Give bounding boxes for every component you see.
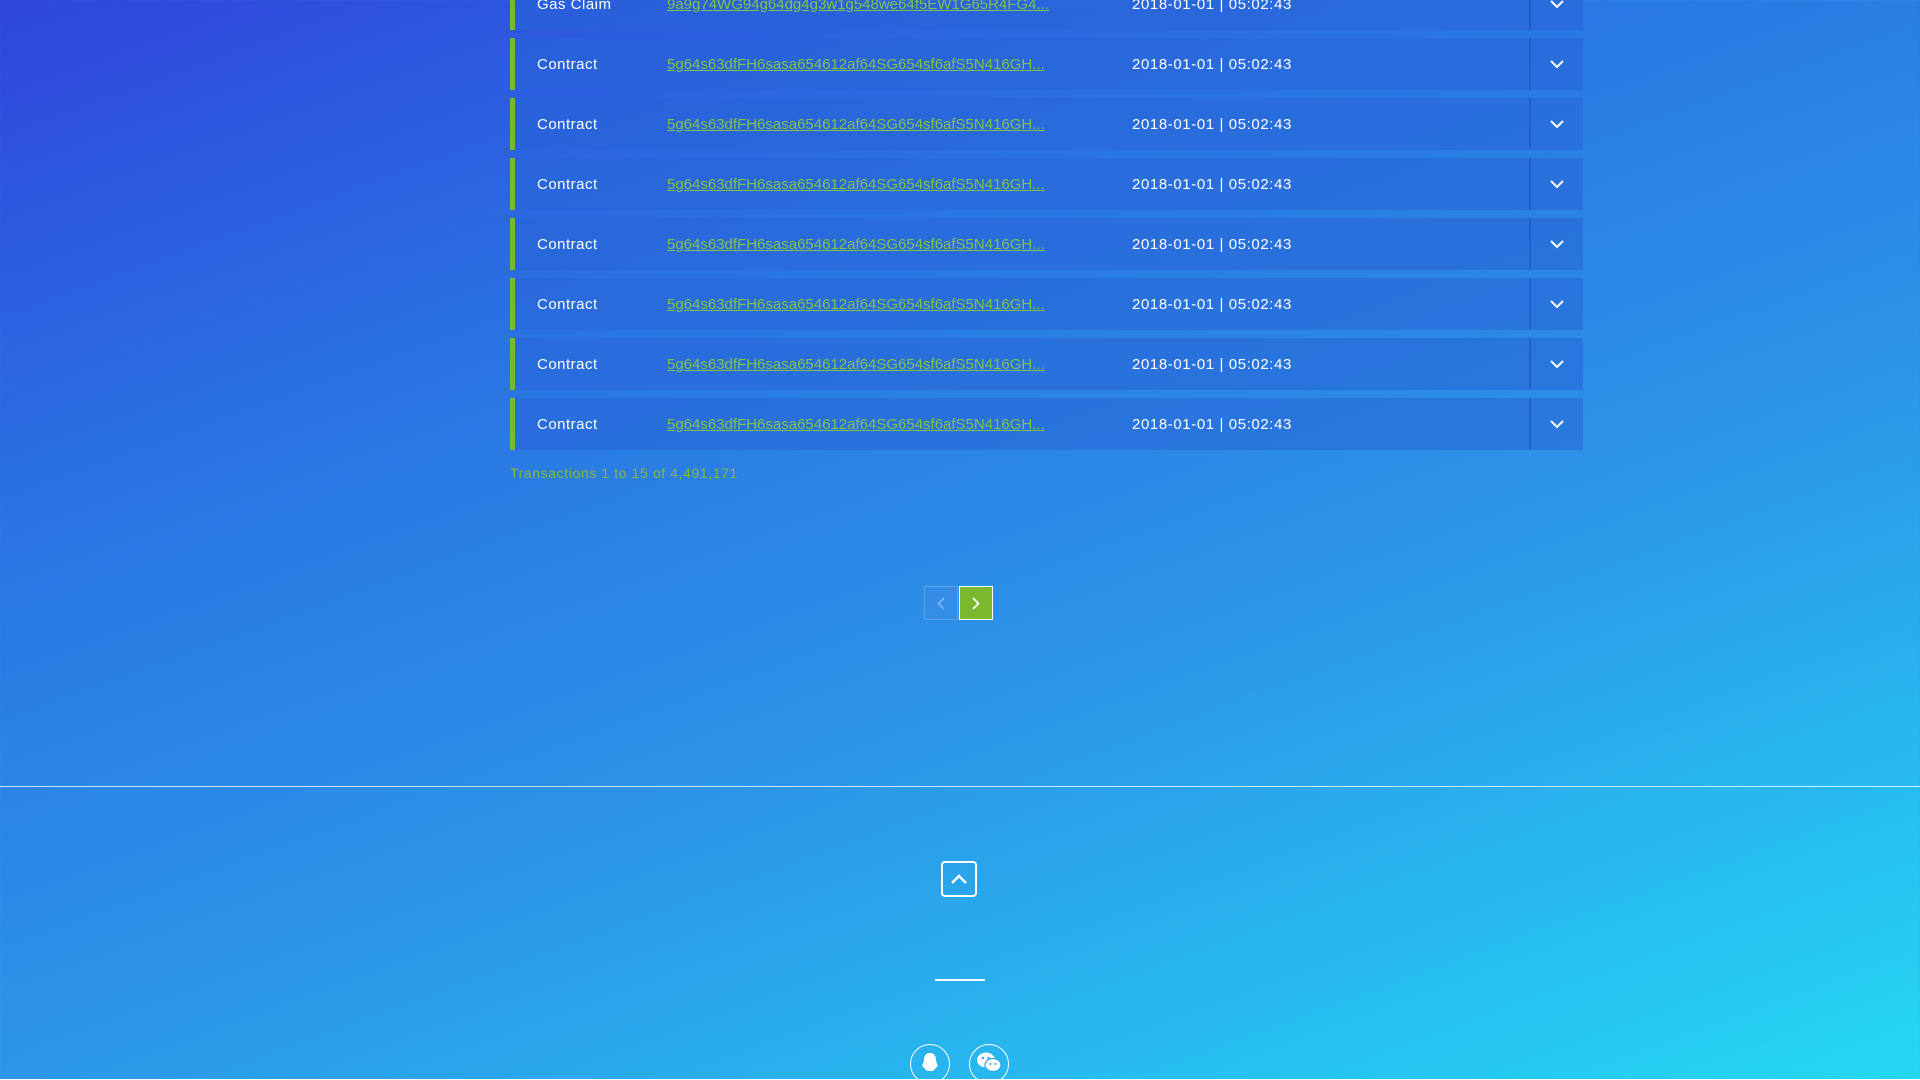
transaction-time: 2018-01-01 | 05:02:43: [1132, 355, 1292, 373]
transaction-hash-link[interactable]: 5g64s63dfFH6sasa654612af64SG654sf6afS5N4…: [667, 416, 1132, 433]
wechat-icon: [977, 1052, 1002, 1073]
expand-row-button[interactable]: [1529, 338, 1583, 390]
chevron-down-icon: [1550, 119, 1564, 128]
back-to-top-button[interactable]: [941, 861, 977, 897]
transaction-time: 2018-01-01 | 05:02:43: [1132, 415, 1292, 433]
expand-row-button[interactable]: [1529, 38, 1583, 90]
chevron-left-icon: [937, 596, 945, 610]
transaction-hash-link[interactable]: 9a9g74WG94g64dg4g3w1g548we64f5EW1G65R4FG…: [667, 0, 1132, 13]
pagination: [924, 586, 993, 620]
chevron-down-icon: [1550, 179, 1564, 188]
transaction-row: Contract 5g64s63dfFH6sasa654612af64SG654…: [510, 158, 1583, 210]
qq-icon: [922, 1053, 938, 1071]
expand-row-button[interactable]: [1529, 98, 1583, 150]
expand-row-button[interactable]: [1529, 158, 1583, 210]
transaction-type: Contract: [537, 295, 598, 313]
transaction-hash-link[interactable]: 5g64s63dfFH6sasa654612af64SG654sf6afS5N4…: [667, 116, 1132, 133]
previous-page-button[interactable]: [924, 586, 958, 620]
transaction-time: 2018-01-01 | 05:02:43: [1132, 0, 1292, 13]
transaction-row: Gas Claim 9a9g74WG94g64dg4g3w1g548we64f5…: [510, 0, 1583, 30]
expand-row-button[interactable]: [1529, 0, 1583, 30]
transaction-time: 2018-01-01 | 05:02:43: [1132, 55, 1292, 73]
transaction-row: Contract 5g64s63dfFH6sasa654612af64SG654…: [510, 398, 1583, 450]
chevron-down-icon: [1550, 59, 1564, 68]
expand-row-button[interactable]: [1529, 398, 1583, 450]
transaction-row: Contract 5g64s63dfFH6sasa654612af64SG654…: [510, 38, 1583, 90]
transaction-hash-link[interactable]: 5g64s63dfFH6sasa654612af64SG654sf6afS5N4…: [667, 236, 1132, 253]
footer-divider: [0, 786, 1920, 787]
transaction-row: Contract 5g64s63dfFH6sasa654612af64SG654…: [510, 278, 1583, 330]
transaction-type: Gas Claim: [537, 0, 612, 13]
footer-rule: [935, 979, 985, 981]
transaction-row: Contract 5g64s63dfFH6sasa654612af64SG654…: [510, 218, 1583, 270]
chevron-right-icon: [972, 596, 980, 610]
wechat-button[interactable]: [969, 1044, 1009, 1080]
transactions-list: Gas Claim 9a9g74WG94g64dg4g3w1g548we64f5…: [510, 0, 1583, 458]
chevron-down-icon: [1550, 299, 1564, 308]
transaction-type: Contract: [537, 115, 598, 133]
transaction-row: Contract 5g64s63dfFH6sasa654612af64SG654…: [510, 98, 1583, 150]
transaction-time: 2018-01-01 | 05:02:43: [1132, 235, 1292, 253]
transaction-hash-link[interactable]: 5g64s63dfFH6sasa654612af64SG654sf6afS5N4…: [667, 356, 1132, 373]
transaction-type: Contract: [537, 235, 598, 253]
expand-row-button[interactable]: [1529, 278, 1583, 330]
transaction-type: Contract: [537, 175, 598, 193]
expand-row-button[interactable]: [1529, 218, 1583, 270]
chevron-down-icon: [1550, 0, 1564, 8]
transaction-row: Contract 5g64s63dfFH6sasa654612af64SG654…: [510, 338, 1583, 390]
next-page-button[interactable]: [959, 586, 993, 620]
transaction-type: Contract: [537, 55, 598, 73]
transaction-type: Contract: [537, 355, 598, 373]
qq-button[interactable]: [910, 1044, 950, 1080]
transaction-type: Contract: [537, 415, 598, 433]
transactions-count: Transactions 1 to 15 of 4,491,171: [510, 465, 738, 481]
chevron-down-icon: [1550, 239, 1564, 248]
transaction-hash-link[interactable]: 5g64s63dfFH6sasa654612af64SG654sf6afS5N4…: [667, 296, 1132, 313]
transaction-time: 2018-01-01 | 05:02:43: [1132, 295, 1292, 313]
chevron-down-icon: [1550, 419, 1564, 428]
chevron-up-icon: [951, 874, 967, 884]
transaction-time: 2018-01-01 | 05:02:43: [1132, 115, 1292, 133]
transaction-time: 2018-01-01 | 05:02:43: [1132, 175, 1292, 193]
chevron-down-icon: [1550, 359, 1564, 368]
transaction-hash-link[interactable]: 5g64s63dfFH6sasa654612af64SG654sf6afS5N4…: [667, 176, 1132, 193]
transaction-hash-link[interactable]: 5g64s63dfFH6sasa654612af64SG654sf6afS5N4…: [667, 56, 1132, 73]
